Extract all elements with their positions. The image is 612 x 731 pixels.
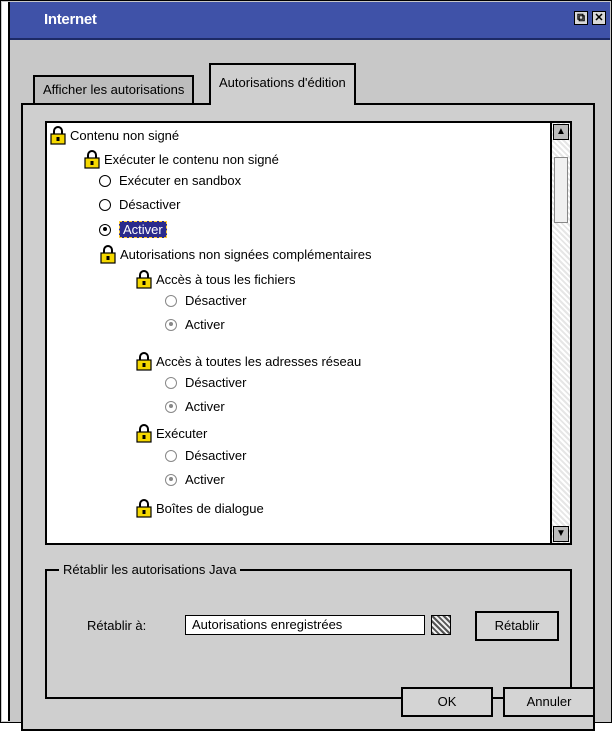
radio-button[interactable] bbox=[165, 473, 177, 486]
tree-node-label: Accès à tous les fichiers bbox=[156, 271, 296, 287]
tab-panel: ▲ ▼ Contenu non signé Exécuter le contenu… bbox=[21, 103, 595, 731]
dialog-body: Afficher les autorisations Autorisations… bbox=[13, 47, 605, 731]
tree-node[interactable]: Boîtes de dialogue bbox=[135, 498, 264, 518]
tree-node-label: Activer bbox=[185, 472, 225, 487]
lock-icon bbox=[135, 498, 153, 518]
reset-to-select[interactable]: Autorisations enregistrées bbox=[185, 615, 425, 635]
reset-to-label: Rétablir à: bbox=[87, 618, 147, 633]
tree-node-label: Exécuter le contenu non signé bbox=[104, 151, 279, 167]
lock-icon bbox=[135, 423, 153, 443]
ok-button[interactable]: OK bbox=[401, 687, 493, 717]
tab-edit-permissions[interactable]: Autorisations d'édition bbox=[209, 63, 356, 105]
radio-button[interactable] bbox=[99, 198, 111, 211]
title-bar[interactable]: Internet ⧉ ✕ bbox=[10, 2, 610, 40]
permission-radio-option[interactable]: Activer bbox=[165, 472, 225, 487]
tree-node-label: Désactiver bbox=[185, 375, 247, 390]
lock-icon bbox=[49, 125, 67, 145]
permission-radio-option[interactable]: Désactiver bbox=[165, 448, 246, 463]
radio-button[interactable] bbox=[165, 294, 177, 307]
tree-node-label: Exécuter bbox=[156, 425, 208, 441]
cancel-button[interactable]: Annuler bbox=[503, 687, 595, 717]
tree-node-label: Boîtes de dialogue bbox=[156, 500, 264, 516]
radio-button[interactable] bbox=[99, 223, 111, 236]
tree-scrollbar[interactable]: ▲ ▼ bbox=[550, 123, 570, 543]
tree-node[interactable]: Exécuter le contenu non signé bbox=[83, 149, 279, 169]
radio-button[interactable] bbox=[165, 376, 177, 389]
dropdown-arrow-icon[interactable] bbox=[431, 615, 451, 635]
tree-node-label: Exécuter en sandbox bbox=[119, 173, 242, 188]
tree-node[interactable]: Exécuter bbox=[135, 423, 207, 443]
permission-radio-option[interactable]: Exécuter en sandbox bbox=[99, 173, 241, 188]
tree-node-label: Accès à toutes les adresses réseau bbox=[156, 353, 362, 369]
tree-node-label: Désactiver bbox=[185, 293, 247, 308]
reset-button[interactable]: Rétablir bbox=[475, 611, 559, 641]
permission-radio-option[interactable]: Désactiver bbox=[99, 197, 180, 212]
scroll-up-icon[interactable]: ▲ bbox=[553, 124, 569, 140]
tree-node-label: Désactiver bbox=[119, 197, 181, 212]
tab-view-permissions[interactable]: Afficher les autorisations bbox=[33, 75, 195, 103]
radio-button[interactable] bbox=[165, 400, 177, 413]
lock-icon bbox=[99, 244, 117, 264]
window-left-border bbox=[2, 2, 10, 721]
window-title: Internet bbox=[44, 11, 97, 28]
permission-radio-option[interactable]: Désactiver bbox=[165, 375, 246, 390]
tree-node[interactable]: Accès à toutes les adresses réseau bbox=[135, 351, 361, 371]
lock-icon bbox=[135, 269, 153, 289]
lock-icon bbox=[135, 351, 153, 371]
tree-node[interactable]: Autorisations non signées complémentaire… bbox=[99, 244, 371, 264]
tree-node-label: Activer bbox=[119, 221, 167, 238]
radio-button[interactable] bbox=[165, 449, 177, 462]
reset-java-permissions-group: Rétablir les autorisations Java Rétablir… bbox=[45, 562, 572, 699]
tree-node-label: Activer bbox=[185, 317, 225, 332]
radio-button[interactable] bbox=[99, 174, 111, 187]
permissions-tree[interactable]: ▲ ▼ Contenu non signé Exécuter le contenu… bbox=[45, 121, 572, 545]
tree-node-label: Activer bbox=[185, 399, 225, 414]
reset-group-title: Rétablir les autorisations Java bbox=[59, 562, 241, 577]
scroll-thumb[interactable] bbox=[554, 157, 568, 223]
lock-icon bbox=[83, 149, 101, 169]
tree-node-label: Désactiver bbox=[185, 448, 247, 463]
tree-node[interactable]: Accès à tous les fichiers bbox=[135, 269, 295, 289]
permission-radio-option[interactable]: Activer bbox=[165, 317, 225, 332]
scroll-down-icon[interactable]: ▼ bbox=[553, 526, 569, 542]
tree-node-label: Contenu non signé bbox=[70, 127, 180, 143]
tree-node[interactable]: Contenu non signé bbox=[49, 125, 179, 145]
window-frame: Internet ⧉ ✕ Afficher les autorisations … bbox=[0, 0, 612, 731]
permission-radio-option[interactable]: Activer bbox=[165, 399, 225, 414]
permission-radio-option[interactable]: Activer bbox=[99, 221, 167, 238]
permission-radio-option[interactable]: Désactiver bbox=[165, 293, 246, 308]
zoom-icon[interactable]: ⧉ bbox=[574, 11, 588, 25]
close-icon[interactable]: ✕ bbox=[592, 11, 606, 25]
tree-node-label: Autorisations non signées complémentaire… bbox=[120, 246, 372, 262]
radio-button[interactable] bbox=[165, 318, 177, 331]
